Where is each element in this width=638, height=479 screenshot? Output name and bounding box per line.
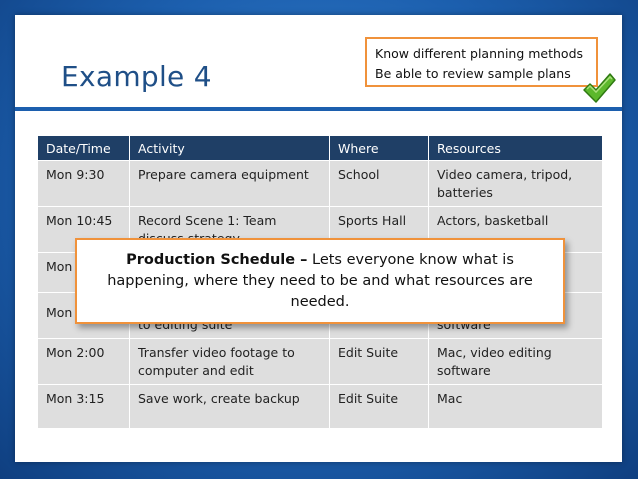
cell-activity: Prepare camera equipment <box>129 160 330 207</box>
cell-resources: Mac <box>428 384 603 429</box>
checkmark-icon <box>583 73 616 103</box>
objective-2: Be able to review sample plans <box>375 66 571 81</box>
table-row: Mon 9:30 Prepare camera equipment School… <box>37 160 603 207</box>
cell-where: School <box>329 160 429 207</box>
table-row: Mon 3:15 Save work, create backup Edit S… <box>37 384 603 429</box>
production-schedule-callout: Production Schedule – Lets everyone know… <box>75 238 565 324</box>
objective-1: Know different planning methods <box>375 46 584 61</box>
table-row: Mon 2:00 Transfer video footage to compu… <box>37 338 603 385</box>
title-divider <box>15 107 622 111</box>
cell-date-time: Mon 9:30 <box>37 160 130 207</box>
cell-activity: Transfer video footage to computer and e… <box>129 338 330 385</box>
cell-activity: Save work, create backup <box>129 384 330 429</box>
cell-resources: Video camera, tripod, batteries <box>428 160 603 207</box>
cell-where: Edit Suite <box>329 384 429 429</box>
callout-label: Production Schedule – <box>126 251 308 268</box>
callout-text: Production Schedule – Lets everyone know… <box>89 250 551 313</box>
cell-resources: Mac, video editing software <box>428 338 603 385</box>
slide-title: Example 4 <box>61 60 212 93</box>
header-resources: Resources <box>428 135 603 161</box>
header-where: Where <box>329 135 429 161</box>
header-date-time: Date/Time <box>37 135 130 161</box>
cell-date-time: Mon 2:00 <box>37 338 130 385</box>
cell-date-time: Mon 3:15 <box>37 384 130 429</box>
table-header-row: Date/Time Activity Where Resources <box>37 135 603 161</box>
header-activity: Activity <box>129 135 330 161</box>
slide: Example 4 Know different planning method… <box>15 15 622 462</box>
learning-objectives-box: Know different planning methods Be able … <box>365 37 598 87</box>
cell-where: Edit Suite <box>329 338 429 385</box>
